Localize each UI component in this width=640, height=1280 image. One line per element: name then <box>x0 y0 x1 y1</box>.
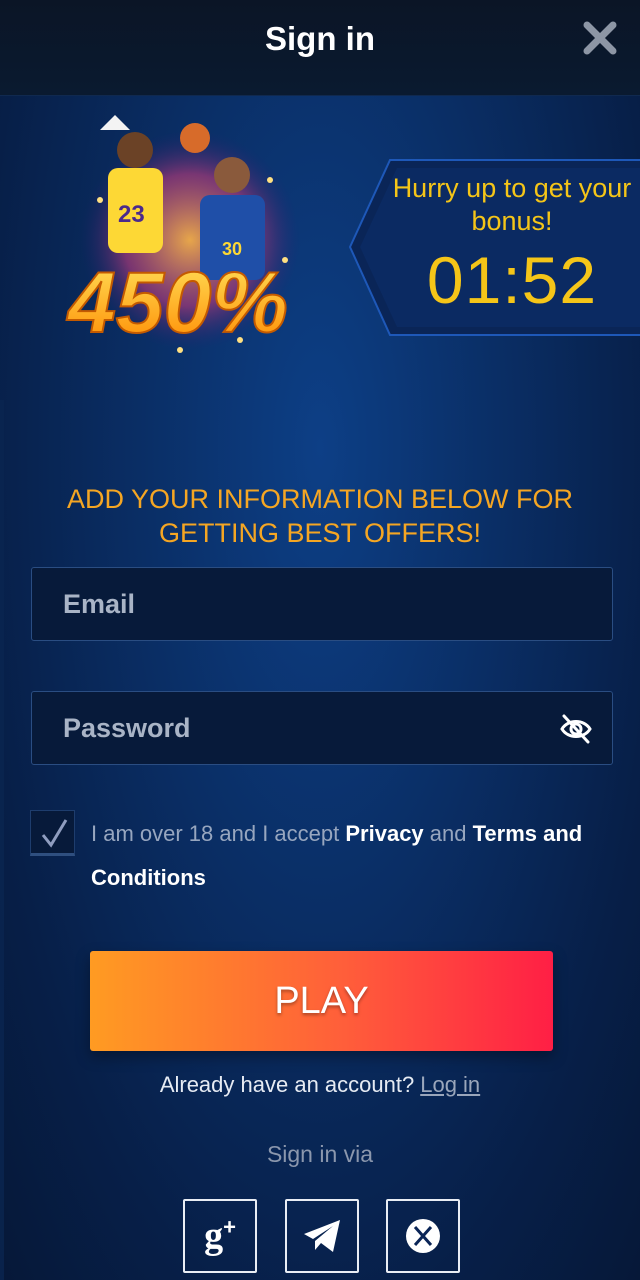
google-plus-button[interactable]: g+ <box>183 1199 257 1273</box>
age-terms-checkbox[interactable] <box>30 810 75 856</box>
password-field[interactable] <box>32 692 612 764</box>
play-button[interactable]: PLAY <box>90 951 553 1051</box>
promo-percent: 450% <box>66 255 288 351</box>
close-button[interactable] <box>582 20 618 56</box>
privacy-link[interactable]: Privacy <box>345 821 423 846</box>
x-button[interactable] <box>386 1199 460 1273</box>
terms-text: I am over 18 and I accept Privacy and Te… <box>91 812 611 900</box>
eye-off-icon <box>560 714 592 744</box>
promo-image: 23 30 450% <box>65 115 300 353</box>
x-icon <box>406 1219 440 1253</box>
header: Sign in <box>0 0 640 96</box>
close-icon <box>583 21 617 55</box>
toggle-password-visibility[interactable] <box>560 714 592 744</box>
email-field-wrapper <box>31 567 613 641</box>
signin-page: Sign in 23 30 450% Hurry up to get your … <box>0 0 640 1280</box>
bonus-message: Hurry up to get your bonus! <box>392 173 632 236</box>
login-link[interactable]: Log in <box>420 1072 480 1097</box>
login-prompt: Already have an account? Log in <box>0 1072 640 1098</box>
countdown-timer: 01:52 <box>426 243 598 317</box>
svg-text:23: 23 <box>118 201 145 228</box>
login-question: Already have an account? <box>159 1072 415 1097</box>
terms-and: and <box>423 821 473 846</box>
terms-prefix: I am over 18 and I accept <box>91 821 346 846</box>
check-icon <box>41 819 68 848</box>
google-plus-icon: g+ <box>204 1214 236 1257</box>
info-heading: ADD YOUR INFORMATION BELOW FOR GETTING B… <box>66 484 574 548</box>
telegram-button[interactable] <box>285 1199 359 1273</box>
social-label: Sign in via <box>266 1141 374 1167</box>
password-field-wrapper <box>31 691 613 765</box>
telegram-icon <box>304 1220 340 1252</box>
page-title: Sign in <box>265 20 375 57</box>
email-field[interactable] <box>32 568 612 640</box>
